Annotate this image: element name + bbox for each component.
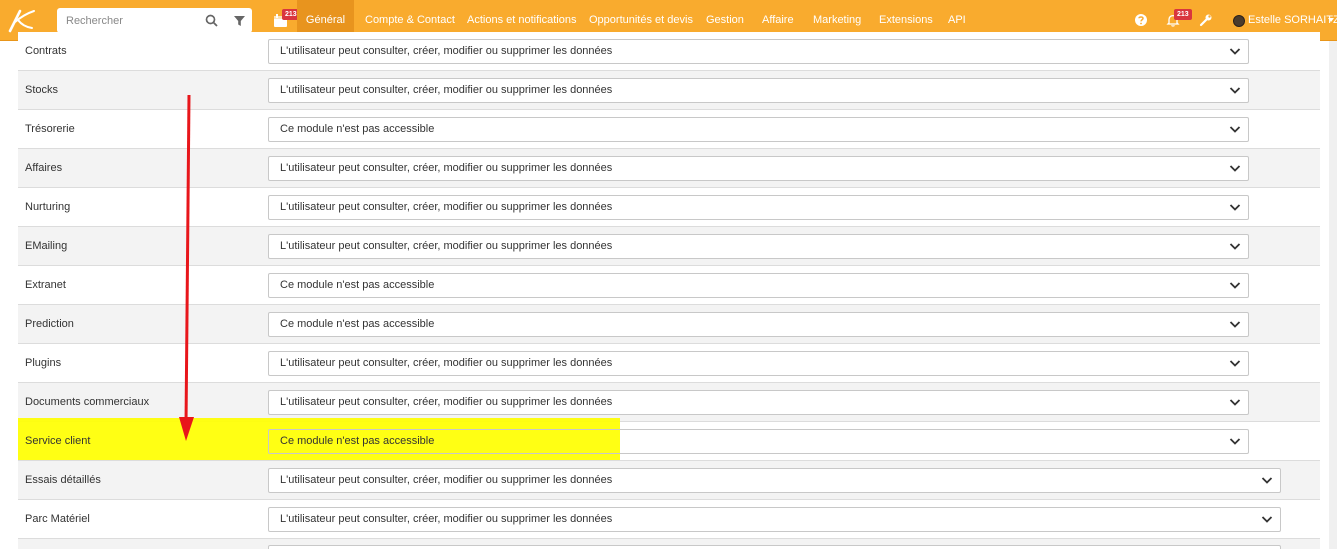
table-row: Contrats L'utilisateur peut consulter, c…	[18, 32, 1320, 71]
table-row: Stocks L'utilisateur peut consulter, cré…	[18, 71, 1320, 110]
module-label: EMailing	[25, 240, 68, 252]
chevron-down-icon	[1229, 360, 1241, 367]
chevron-down-icon	[1229, 282, 1241, 289]
module-label: Service client	[25, 435, 91, 447]
module-label: Essais détaillés	[25, 474, 101, 486]
module-label: Parc Matériel	[25, 513, 90, 525]
table-row: Service client Ce module n'est pas acces…	[18, 418, 1320, 461]
table-row: Affaires L'utilisateur peut consulter, c…	[18, 149, 1320, 188]
chevron-down-icon	[1229, 204, 1241, 211]
access-select[interactable]: Ce module n'est pas accessible	[268, 312, 1249, 337]
chevron-down-icon	[1229, 165, 1241, 172]
chevron-down-icon	[1229, 48, 1241, 55]
table-row: Trésorerie Ce module n'est pas accessibl…	[18, 110, 1320, 149]
access-select-value: L'utilisateur peut consulter, créer, mod…	[280, 240, 613, 252]
help-icon[interactable]	[1134, 13, 1148, 27]
table-row: Extranet Ce module n'est pas accessible	[18, 266, 1320, 305]
table-row: EMailing L'utilisateur peut consulter, c…	[18, 227, 1320, 266]
search-icon[interactable]	[205, 14, 218, 27]
access-select[interactable]: Ce module n'est pas accessible	[268, 117, 1249, 142]
access-select-value: L'utilisateur peut consulter, créer, mod…	[280, 513, 613, 525]
notifications-badge: 213	[1174, 9, 1192, 20]
access-select[interactable]: L'utilisateur peut consulter, créer, mod…	[268, 156, 1249, 181]
access-select-value: L'utilisateur peut consulter, créer, mod…	[280, 45, 613, 57]
module-label: Plugins	[25, 357, 62, 369]
module-label: Trésorerie	[25, 123, 75, 135]
logo-icon[interactable]	[6, 7, 36, 33]
module-label: Affaires	[25, 162, 63, 174]
table-row: Documents commerciaux L'utilisateur peut…	[18, 383, 1320, 422]
access-select-value: L'utilisateur peut consulter, créer, mod…	[280, 474, 613, 486]
table-row: Nurturing L'utilisateur peut consulter, …	[18, 188, 1320, 227]
access-select[interactable]: L'utilisateur peut consulter, créer, mod…	[268, 39, 1249, 64]
access-select[interactable]: Ce module n'est pas accessible	[268, 429, 1249, 454]
access-select[interactable]: Ce module n'est pas accessible	[268, 273, 1249, 298]
table-row: Plugins L'utilisateur peut consulter, cr…	[18, 344, 1320, 383]
search-input[interactable]	[57, 8, 197, 33]
module-label: Documents commerciaux	[25, 396, 150, 408]
chevron-down-icon	[1229, 87, 1241, 94]
access-select-value: Ce module n'est pas accessible	[280, 279, 435, 291]
access-select-value: L'utilisateur peut consulter, créer, mod…	[280, 357, 613, 369]
access-select[interactable]: L'utilisateur peut consulter, créer, mod…	[268, 390, 1249, 415]
search-box	[57, 8, 252, 33]
access-select[interactable]	[268, 545, 1281, 549]
chevron-down-icon	[1229, 126, 1241, 133]
table-row: Parc Matériel L'utilisateur peut consult…	[18, 500, 1320, 539]
access-select[interactable]: L'utilisateur peut consulter, créer, mod…	[268, 468, 1281, 493]
scrollbar[interactable]	[1329, 41, 1337, 549]
access-select-value: L'utilisateur peut consulter, créer, mod…	[280, 84, 613, 96]
table-row: Prediction Ce module n'est pas accessibl…	[18, 305, 1320, 344]
filter-icon[interactable]	[233, 14, 246, 27]
chevron-down-icon	[1229, 399, 1241, 406]
access-select-value: L'utilisateur peut consulter, créer, mod…	[280, 201, 613, 213]
annotation-arrow	[179, 95, 194, 441]
module-label: Nurturing	[25, 201, 71, 213]
app-root: 213 Général Compte & Contact Actions et …	[0, 0, 1337, 549]
chevron-down-icon	[1229, 243, 1241, 250]
chevron-down-icon	[1261, 477, 1273, 484]
module-label: Contrats	[25, 45, 67, 57]
chevron-down-icon	[1229, 321, 1241, 328]
access-select-value: L'utilisateur peut consulter, créer, mod…	[280, 162, 613, 174]
module-label: Prediction	[25, 318, 74, 330]
access-select-value: Ce module n'est pas accessible	[280, 435, 435, 447]
chevron-down-icon	[1261, 516, 1273, 523]
caret-down-icon[interactable]	[1328, 18, 1334, 23]
table-row	[18, 539, 1320, 549]
access-select-value: L'utilisateur peut consulter, créer, mod…	[280, 396, 613, 408]
avatar[interactable]	[1233, 15, 1245, 27]
access-select[interactable]: L'utilisateur peut consulter, créer, mod…	[268, 351, 1249, 376]
access-select[interactable]: L'utilisateur peut consulter, créer, mod…	[268, 195, 1249, 220]
access-select[interactable]: L'utilisateur peut consulter, créer, mod…	[268, 234, 1249, 259]
wrench-icon[interactable]	[1199, 13, 1213, 27]
access-select[interactable]: L'utilisateur peut consulter, créer, mod…	[268, 507, 1281, 532]
access-select[interactable]: L'utilisateur peut consulter, créer, mod…	[268, 78, 1249, 103]
module-label: Stocks	[25, 84, 59, 96]
module-label: Extranet	[25, 279, 66, 291]
access-select-value: Ce module n'est pas accessible	[280, 123, 435, 135]
chevron-down-icon	[1229, 438, 1241, 445]
table-row: Essais détaillés L'utilisateur peut cons…	[18, 461, 1320, 500]
access-select-value: Ce module n'est pas accessible	[280, 318, 435, 330]
